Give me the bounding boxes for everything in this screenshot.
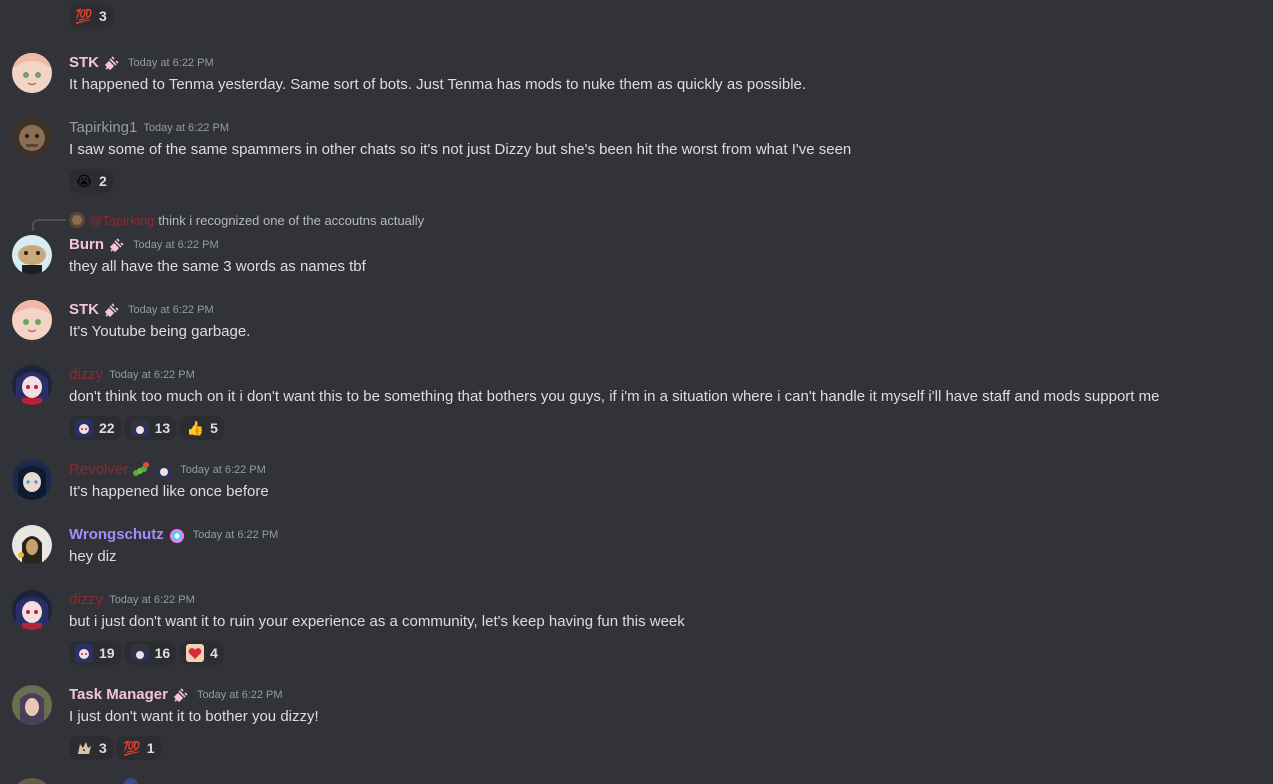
reaction-count: 3 bbox=[99, 8, 107, 24]
reaction-count: 2 bbox=[99, 173, 107, 189]
message-header: dizzy Today at 6:22 PM bbox=[69, 590, 195, 610]
reaction-count: 19 bbox=[99, 645, 115, 661]
timestamp[interactable]: Today at 6:22 PM bbox=[128, 300, 214, 320]
top-reactions: 💯 3 bbox=[69, 4, 117, 28]
reply-text: think i recognized one of the accoutns a… bbox=[158, 212, 425, 228]
username[interactable]: dizzy bbox=[69, 365, 103, 385]
reaction-count: 3 bbox=[99, 740, 107, 756]
cat-emote-icon bbox=[75, 739, 93, 757]
timestamp[interactable]: Today at 6:22 PM bbox=[197, 685, 283, 705]
message-header: STK Today at 6:22 PM bbox=[69, 53, 214, 73]
reply-username[interactable]: @Tapirking bbox=[89, 213, 154, 228]
reaction-count: 13 bbox=[154, 420, 171, 436]
username[interactable]: dizzy bbox=[69, 590, 103, 610]
reaction-thumbs-up[interactable]: 👍 5 bbox=[180, 416, 224, 440]
message-header: STK Today at 6:22 PM bbox=[69, 300, 214, 320]
plug-badge-icon bbox=[171, 685, 191, 705]
avatar[interactable] bbox=[12, 685, 52, 725]
reaction-count: 5 bbox=[210, 420, 218, 436]
reply-avatar bbox=[69, 212, 85, 228]
timestamp[interactable]: Today at 6:22 PM bbox=[133, 235, 219, 255]
username[interactable]: Wrongschutz bbox=[69, 525, 164, 545]
message-text: I just don't want it to bother you dizzy… bbox=[69, 708, 319, 725]
message-header: dizzy Today at 6:22 PM bbox=[69, 365, 195, 385]
avatar[interactable] bbox=[12, 460, 52, 500]
avatar[interactable] bbox=[12, 365, 52, 405]
username[interactable]: Task Manager bbox=[69, 685, 168, 705]
reactions: 19 16 4 bbox=[69, 641, 228, 665]
username[interactable]: Tapirking1 bbox=[69, 118, 137, 138]
hundred-emoji-icon: 💯 bbox=[123, 740, 141, 756]
message-text: It's Youtube being garbage. bbox=[69, 323, 251, 340]
plug-badge-icon bbox=[102, 53, 122, 73]
hundred-emoji-icon: 💯 bbox=[75, 8, 93, 24]
reaction-dizzy-emote-2[interactable]: 13 bbox=[124, 416, 177, 440]
username[interactable]: Burn bbox=[69, 235, 104, 255]
message-text: hey diz bbox=[69, 548, 117, 565]
caterpillar-badge-icon bbox=[131, 460, 151, 480]
dizzy-emote-icon bbox=[75, 419, 93, 437]
reaction-dizzy-emote-2[interactable]: 16 bbox=[124, 641, 177, 665]
message-text: they all have the same 3 words as names … bbox=[69, 258, 366, 275]
message-header: Burn Today at 6:22 PM bbox=[69, 235, 219, 255]
thumbs-up-emoji-icon: 👍 bbox=[186, 420, 204, 436]
reactions: 22 13 👍 5 bbox=[69, 416, 228, 440]
chat-message-list: 💯 3 STK Today at 6:22 PM It happened to … bbox=[0, 0, 1273, 784]
avatar[interactable] bbox=[12, 118, 52, 158]
reactions: 3 💯 1 bbox=[69, 736, 165, 760]
reaction-count: 1 bbox=[146, 740, 155, 756]
heart-emote-icon bbox=[186, 644, 205, 662]
reaction-100[interactable]: 💯 1 bbox=[116, 736, 161, 760]
reaction-cat-emote[interactable]: 3 bbox=[69, 736, 113, 760]
message-header: Revolver Today at 6:22 PM bbox=[69, 460, 266, 480]
avatar[interactable] bbox=[12, 590, 52, 630]
timestamp[interactable]: Today at 6:22 PM bbox=[143, 118, 229, 138]
username[interactable]: STK bbox=[69, 53, 99, 73]
reaction-count: 22 bbox=[99, 420, 115, 436]
plug-badge-icon bbox=[102, 300, 122, 320]
reaction-count: 4 bbox=[210, 645, 218, 661]
avatar[interactable] bbox=[12, 300, 52, 340]
message-text: It's happened like once before bbox=[69, 483, 269, 500]
reaction-count: 16 bbox=[154, 645, 171, 661]
timestamp[interactable]: Today at 6:22 PM bbox=[109, 365, 195, 385]
dizzy-emote-icon bbox=[75, 644, 93, 662]
reaction-dizzy-emote[interactable]: 19 bbox=[69, 641, 121, 665]
dizzy-emote-2-icon bbox=[130, 419, 149, 437]
message-header: Task Manager Today at 6:22 PM bbox=[69, 685, 283, 705]
message-text: It happened to Tenma yesterday. Same sor… bbox=[69, 76, 807, 93]
timestamp[interactable]: Today at 6:22 PM bbox=[193, 525, 279, 545]
sob-emoji-icon: 😭 bbox=[75, 173, 93, 189]
timestamp[interactable]: Today at 6:22 PM bbox=[180, 460, 266, 480]
avatar[interactable] bbox=[12, 778, 52, 784]
reply-connector bbox=[32, 219, 66, 231]
username[interactable]: Revolver bbox=[69, 460, 128, 480]
badge-icon bbox=[124, 778, 138, 784]
dizzy-emote-2-icon bbox=[130, 644, 149, 662]
avatar[interactable] bbox=[12, 235, 52, 275]
reaction-sob[interactable]: 😭 2 bbox=[69, 169, 113, 193]
reply-preview[interactable]: @Tapirking think i recognized one of the… bbox=[69, 211, 424, 229]
dizzy-badge-icon bbox=[154, 460, 174, 480]
message-text: I saw some of the same spammers in other… bbox=[69, 141, 852, 158]
reaction-heart-emote[interactable]: 4 bbox=[180, 641, 224, 665]
reaction-dizzy-emote[interactable]: 22 bbox=[69, 416, 121, 440]
avatar[interactable] bbox=[12, 53, 52, 93]
message-header: Wrongschutz Today at 6:22 PM bbox=[69, 525, 278, 545]
plug-badge-icon bbox=[107, 235, 127, 255]
username[interactable]: STK bbox=[69, 300, 99, 320]
message-text: but i just don't want it to ruin your ex… bbox=[69, 613, 685, 630]
nitro-badge-icon bbox=[167, 525, 187, 545]
message-text: don't think too much on it i don't want … bbox=[69, 388, 1160, 405]
reactions: 😭 2 bbox=[69, 169, 117, 193]
timestamp[interactable]: Today at 6:22 PM bbox=[128, 53, 214, 73]
reaction-100[interactable]: 💯 3 bbox=[69, 4, 113, 28]
timestamp[interactable]: Today at 6:22 PM bbox=[109, 590, 195, 610]
message-header: Tapirking1 Today at 6:22 PM bbox=[69, 118, 229, 138]
avatar[interactable] bbox=[12, 525, 52, 565]
